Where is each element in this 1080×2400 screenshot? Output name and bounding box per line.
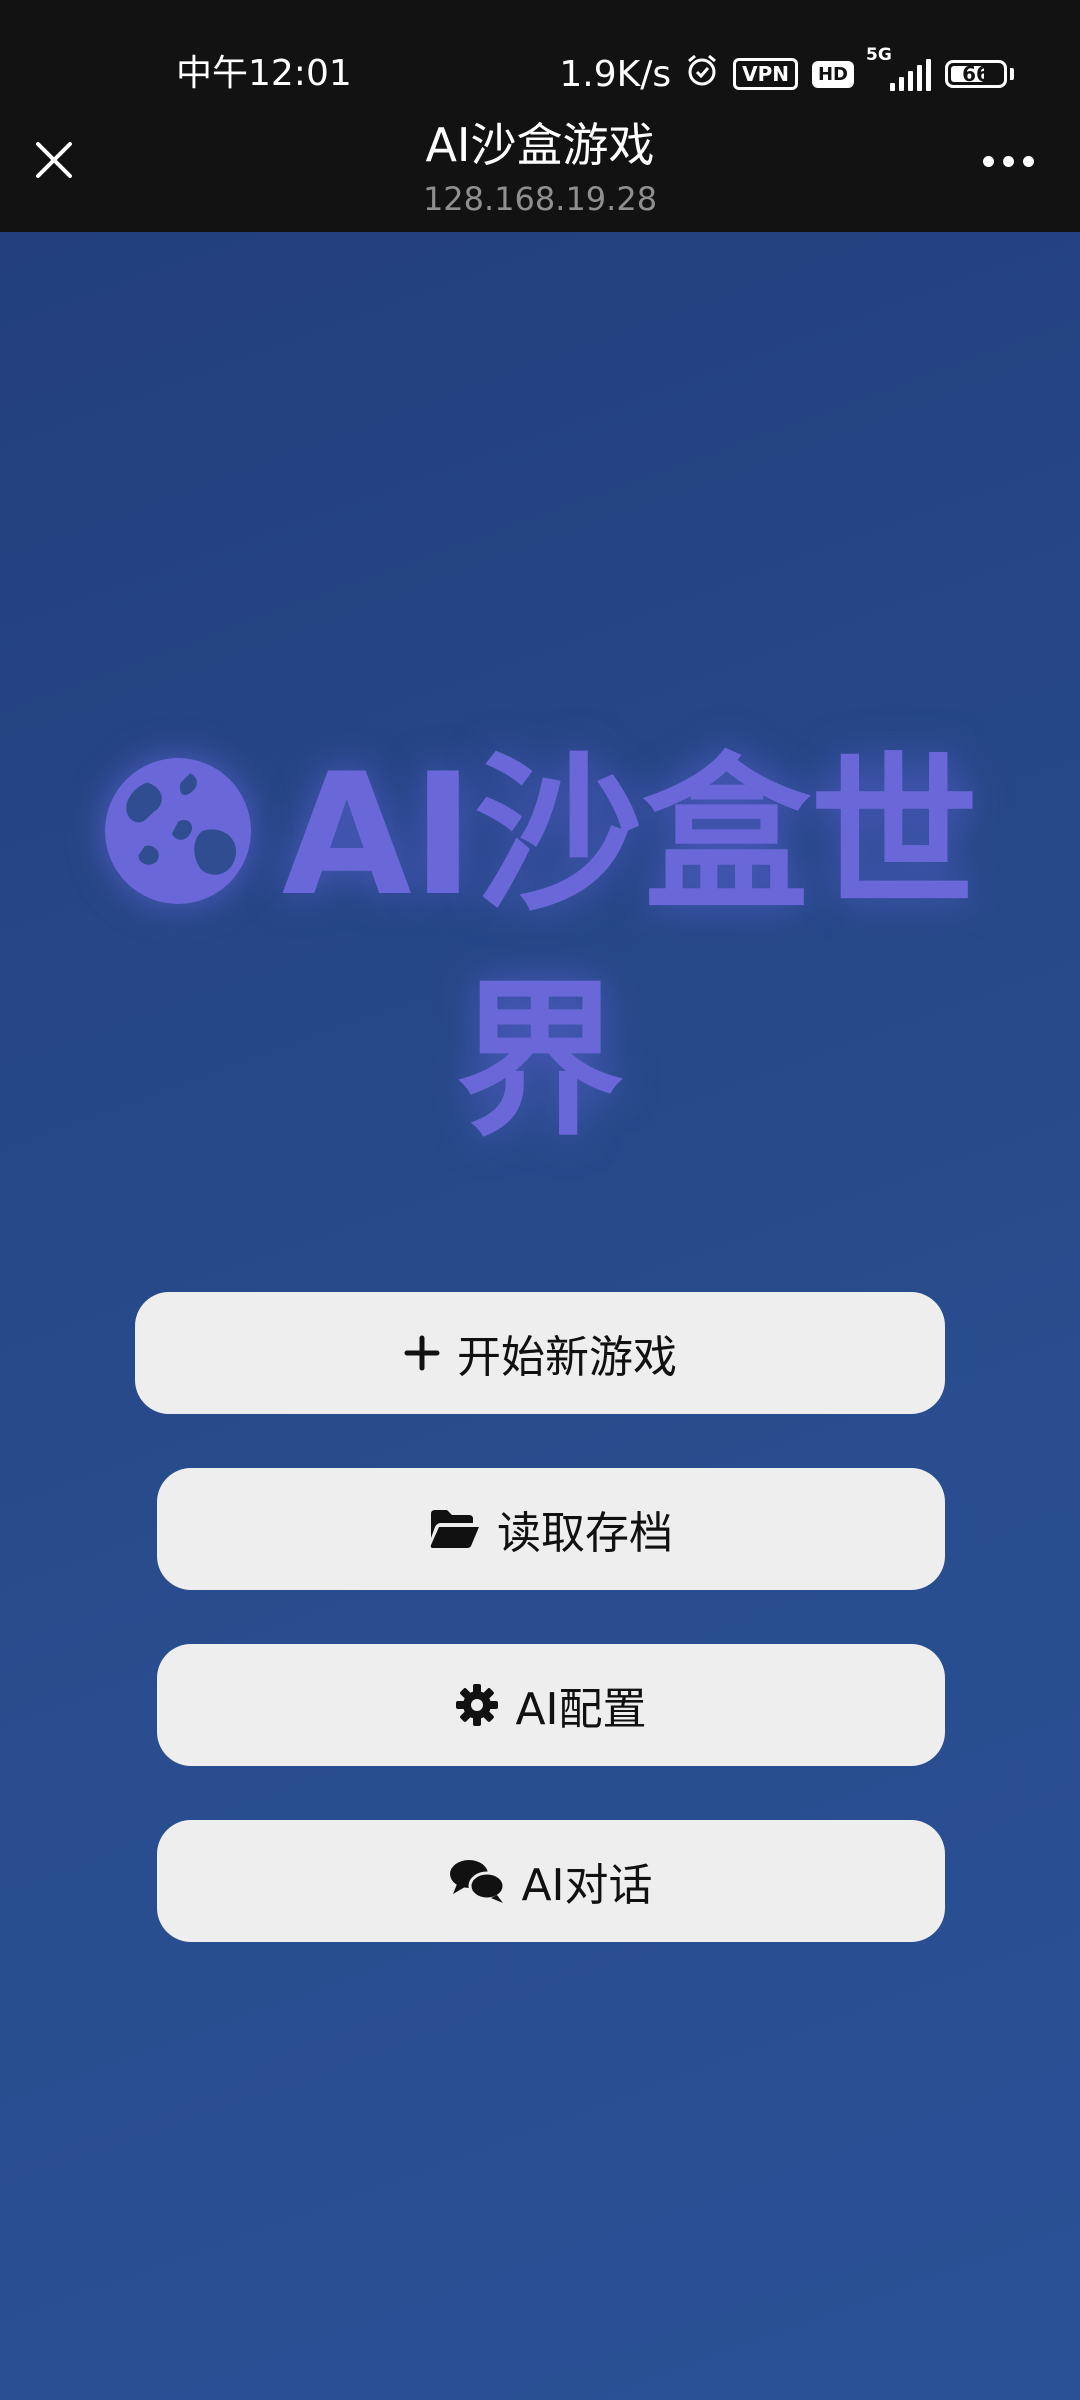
- network-speed: 1.9K/s: [559, 53, 672, 95]
- vpn-icon: VPN: [733, 58, 798, 90]
- ai-chat-label: AI对话: [521, 1860, 653, 1911]
- status-icons: 1.9K/s VPN HD 5G 66: [559, 45, 1014, 98]
- hd-icon: HD: [811, 60, 854, 88]
- status-time: 中午12:01: [176, 53, 352, 94]
- hero-title: AI沙盒世界: [281, 737, 979, 1159]
- globe-icon: [104, 758, 251, 904]
- folder-open-icon: [429, 1508, 481, 1550]
- ai-config-button[interactable]: AI配置: [157, 1644, 945, 1766]
- alarm-icon: [685, 53, 719, 96]
- gear-icon: [455, 1683, 499, 1727]
- chat-bubbles-icon: [449, 1858, 506, 1904]
- hero-title-block: AI沙盒世界: [100, 722, 980, 1174]
- plus-icon: [403, 1334, 441, 1372]
- new-game-label: 开始新游戏: [457, 1332, 677, 1383]
- signal-icon: 5G: [866, 45, 931, 91]
- battery-level: 66: [962, 62, 990, 86]
- nav-bar: AI沙盒游戏 128.168.19.28: [0, 110, 1080, 232]
- new-game-button[interactable]: 开始新游戏: [135, 1292, 945, 1414]
- game-menu-screen: AI沙盒世界 开始新游戏 读取存档 AI配置 AI对话: [0, 232, 1080, 2400]
- load-save-label: 读取存档: [497, 1508, 673, 1559]
- battery-icon: 66: [945, 60, 1014, 88]
- load-save-button[interactable]: 读取存档: [157, 1468, 945, 1590]
- page-url: 128.168.19.28: [422, 180, 658, 218]
- network-type: 5G: [866, 45, 892, 65]
- ai-chat-button[interactable]: AI对话: [157, 1820, 945, 1942]
- ai-config-label: AI配置: [515, 1684, 647, 1735]
- more-icon[interactable]: [983, 156, 1034, 167]
- page-title: AI沙盒游戏: [425, 118, 655, 172]
